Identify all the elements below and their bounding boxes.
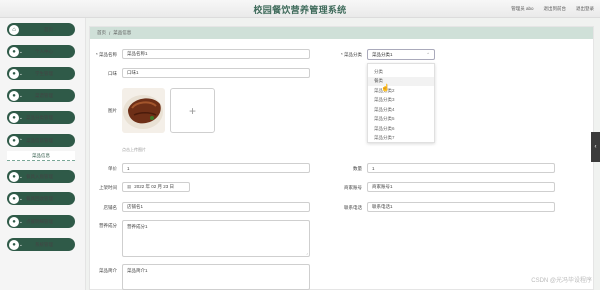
breadcrumb-home[interactable]: 首页 [97,30,106,36]
sidebar-item-profile[interactable]: ● 个人中心 ⌄ [7,45,75,58]
sidebar-item-label: 菜品分类管理 [26,114,53,120]
sidebar-item-label: 餐具入盘管理 [26,173,53,179]
intro-value: 菜品简介1 [127,268,148,273]
quantity-input[interactable]: 1 [367,163,555,173]
sidebar: ⌂ 首页 ● 个人中心 ⌄ ● 学生管理 ⌄ ● 菜谱管理 ⌄ ● 菜品分类管理… [0,18,86,290]
plus-icon: + [188,103,196,118]
sidebar-item-dish-category[interactable]: ● 菜品分类管理 ⌄ [7,111,75,124]
dish-name-label: * 菜品名称 [95,52,117,57]
app-title: 校园餐饮营养管理系统 [253,5,347,15]
sidebar-item-label: 学生管理 [35,70,53,76]
sidebar-item-label: 点餐明细管理 [26,218,53,224]
taste-input[interactable]: 口味1 [122,68,310,78]
dropdown-option[interactable]: 分类 [368,67,434,77]
image-label: 图片 [108,108,117,113]
date-label: 上架时间 [99,185,117,190]
sidebar-item-label: 个人中心 [35,48,53,54]
intro-textarea[interactable]: 菜品简介1 [122,264,310,290]
resize-grip-icon: ⌟ [306,250,308,255]
dish-category-selected: 菜品分类1 [372,51,393,57]
dropdown-option[interactable]: 菜品分类6 [368,124,434,134]
dropdown-option[interactable]: 菜品分类3 [368,96,434,106]
sidebar-item-label: 菜品信息管理 [26,137,53,143]
sidebar-item-dish-info[interactable]: ● 菜品信息管理 ⌃ [7,134,75,147]
date-value: 2022 年 02 月 23 日 [134,184,175,189]
nutrition-value: 营养成分1 [127,224,148,229]
intro-label: 菜品简介 [99,268,117,273]
dropdown-option[interactable]: 菜品分类5 [368,115,434,125]
phone-input[interactable]: 联系电话1 [367,202,555,212]
dish-category-label: * 菜品分类 [340,52,362,57]
sidebar-item-home[interactable]: ⌂ 首页 [7,23,75,36]
price-label: 单价 [108,166,117,171]
merchant-account-label: 商家账号 [344,185,362,190]
breadcrumb-current: 菜品信息 [113,30,132,35]
dropdown-option[interactable]: 菜品分类4 [368,105,434,115]
chevron-left-icon: ‹ [594,144,597,150]
sidebar-item-system[interactable]: ● 系统管理 ⌄ [7,238,75,251]
watermark: CSDN @光冯毕设程序 [531,278,592,284]
calendar-icon: ▦ [127,184,132,189]
quantity-label: 数量 [353,166,362,171]
sidebar-item-students[interactable]: ● 学生管理 ⌄ [7,67,75,80]
dropdown-option[interactable]: 菜品分类2 [368,86,434,96]
taste-label: 口味 [108,71,117,76]
dish-photo[interactable] [122,88,165,133]
sidebar-item-order-details[interactable]: ● 点餐明细管理 ⌄ [7,215,75,228]
logout-link[interactable]: 退出登录 [576,6,594,12]
back-to-front-link[interactable]: 退出到前台 [544,6,567,12]
sidebar-item-label: 首页 [44,26,53,32]
sidebar-subitem-dish-info[interactable]: 菜品信息 [7,151,75,161]
sidebar-item-label: 餐具回收管理 [26,195,53,201]
dish-name-input[interactable]: 菜品名称1 [122,49,310,59]
phone-label: 联系电话 [344,205,362,210]
chevron-up-icon: ⌃ [426,51,430,57]
nutrition-textarea[interactable]: 营养成分1 ⌟ [122,220,310,257]
breadcrumb-separator: / [109,30,111,36]
breadcrumb: 首页 / 菜品信息 [90,27,593,39]
admin-user-label: 管理员 abo [511,6,534,11]
sidebar-item-label: 系统管理 [35,241,53,247]
dish-category-select[interactable]: 菜品分类1 ⌃ [367,49,435,60]
date-picker[interactable]: ▦ 2022 年 02 月 23 日 [122,182,190,192]
dropdown-option[interactable]: 菜品分类7 [368,134,434,144]
merchant-account-input[interactable]: 商家账号1 [367,182,555,192]
sidebar-item-tableware-recycle[interactable]: ● 餐具回收管理 ⌄ [7,192,75,205]
dropdown-option[interactable]: 餐类 [368,76,434,86]
top-bar: 校园餐饮营养管理系统 管理员 abo 退出到前台 退出登录 [0,0,600,18]
sidebar-item-tableware-in[interactable]: ● 餐具入盘管理 ⌄ [7,170,75,183]
category-dropdown: 分类 餐类 菜品分类2 菜品分类3 菜品分类4 菜品分类5 菜品分类6 菜品分类… [367,63,435,143]
upload-image-button[interactable]: + [170,88,215,133]
side-collapse-button[interactable]: ‹ [591,132,600,162]
price-input[interactable]: 1 [122,163,310,173]
sidebar-item-label: 菜谱管理 [35,92,53,98]
nutrition-label: 营养成分 [99,223,117,228]
shop-name-input[interactable]: 店铺名1 [122,202,310,212]
upload-hint: 点击上传图片 [122,147,146,152]
top-links: 管理员 abo 退出到前台 退出登录 [511,6,594,12]
shop-name-label: 店铺名 [103,205,118,210]
sidebar-item-menus[interactable]: ● 菜谱管理 ⌄ [7,89,75,102]
mouse-cursor-icon: ☝ [381,85,390,92]
